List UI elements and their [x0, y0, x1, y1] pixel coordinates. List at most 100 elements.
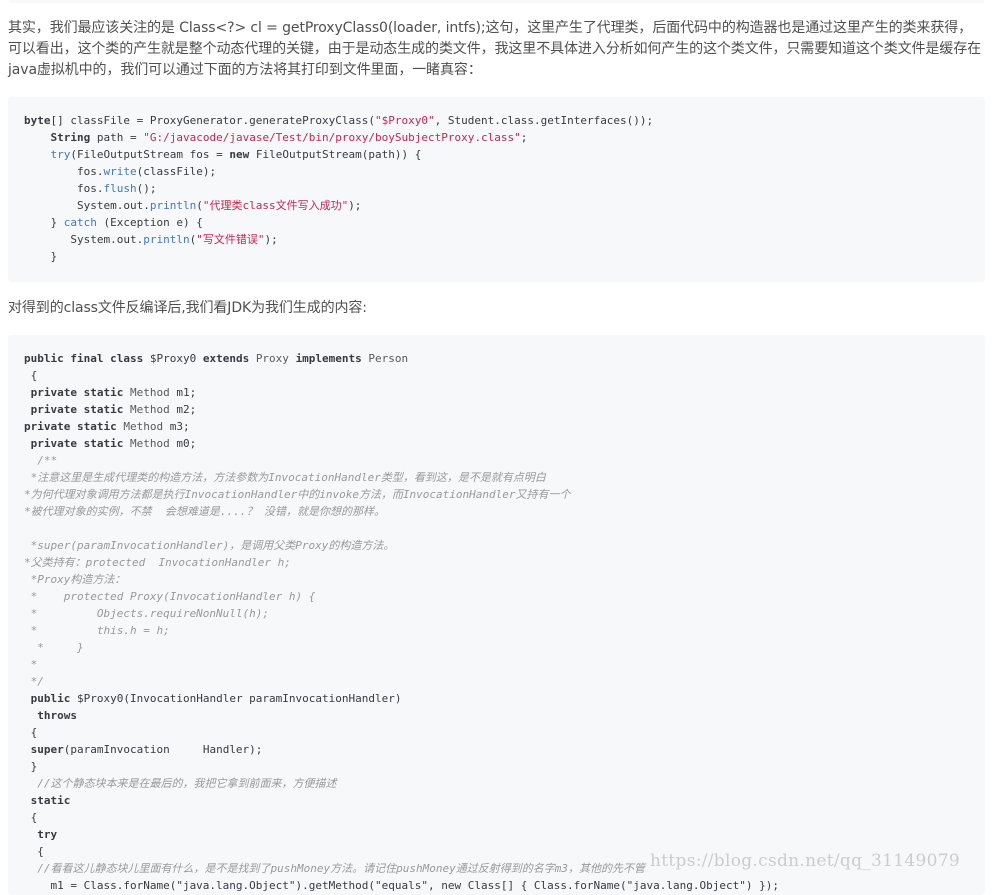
code-comment: * this.h = h; [24, 624, 170, 637]
code-line: super(paramInvocation Handler); [24, 741, 969, 758]
code-line: * } [24, 639, 969, 656]
code-line: * this.h = h; [24, 622, 969, 639]
code-token: (paramInvocation Handler); [63, 743, 263, 756]
code-token: Method [129, 403, 170, 416]
code-comment: * protected Proxy(InvocationHandler h) { [24, 590, 316, 603]
code-method: write [103, 165, 137, 178]
code-token: m3; [163, 420, 190, 433]
code-comment: *注意这里是生成代理类的构造方法，方法参数为InvocationHandler类… [24, 471, 546, 484]
code-line: System.out.println("写文件错误"); [24, 231, 969, 248]
code-line: public final class $Proxy0 extends Proxy… [24, 350, 969, 367]
code-comment: *Proxy构造方法： [24, 573, 126, 586]
code-token: Method [129, 386, 170, 399]
code-method: try [50, 148, 71, 161]
code-line: */ [24, 673, 969, 690]
code-token: $Proxy0(InvocationHandler paramInvocatio… [70, 692, 402, 705]
code-token: Method [129, 437, 170, 450]
code-comment: *父类持有：protected InvocationHandler h; [24, 556, 291, 569]
intro-paragraph: 其实，我们最应该关注的是 Class<?> cl = getProxyClass… [8, 20, 981, 78]
code-comment: * [24, 658, 38, 671]
code-keyword: new [229, 148, 250, 161]
code-line: * protected Proxy(InvocationHandler h) { [24, 588, 969, 605]
code-line: } catch (Exception e) { [24, 214, 969, 231]
code-line: fos.write(classFile); [24, 163, 969, 180]
code-line: //这个静态块本来是在最后的，我把它拿到前面来，方便描述 [24, 775, 969, 792]
code-line: byte[] classFile = ProxyGenerator.genera… [24, 112, 969, 129]
code-token: System.out. [24, 233, 144, 246]
code-method: println [143, 233, 190, 246]
code-token: System.out. [24, 199, 150, 212]
code-comment: *super(paramInvocationHandler)，是调用父类Prox… [24, 539, 395, 552]
code-comment: *为何代理对象调用方法都是执行InvocationHandler中的invoke… [24, 488, 571, 501]
code-token: Proxy [255, 352, 289, 365]
code-line: *为何代理对象调用方法都是执行InvocationHandler中的invoke… [24, 486, 969, 503]
code-line: * [24, 656, 969, 673]
code-line: { [24, 809, 969, 826]
code-line: * Objects.requireNonNull(h); [24, 605, 969, 622]
watermark: https://blog.csdn.net/qq_31149079 [650, 851, 960, 871]
code-comment: */ [24, 675, 44, 688]
code-string: "代理类class文件写入成功" [202, 199, 349, 212]
code-line: *父类持有：protected InvocationHandler h; [24, 554, 969, 571]
code-keyword: private static [24, 420, 117, 433]
code-line: System.out.println("代理类class文件写入成功"); [24, 197, 969, 214]
code-line: throws [24, 707, 969, 724]
code-line: private static Method m0; [24, 435, 969, 452]
code-token: FileOutputStream(path)) { [249, 148, 422, 161]
code-token: ); [264, 233, 278, 246]
code-token: { [24, 369, 38, 382]
code-token: (Exception e) { [96, 216, 203, 229]
code-token: ); [348, 199, 362, 212]
code-keyword: private static [30, 403, 124, 416]
code-token: m2; [169, 403, 197, 416]
code-keyword: byte [24, 114, 51, 127]
code-comment: * Objects.requireNonNull(h); [24, 607, 270, 620]
code-keyword: try [37, 828, 58, 841]
code-comment: //这个静态块本来是在最后的，我把它拿到前面来，方便描述 [24, 777, 337, 790]
code-comment: *被代理对象的实例，不禁 会想难道是....？ 没错，就是你想的那样。 [24, 505, 385, 518]
code-line: static [24, 792, 969, 809]
code-line: private static Method m2; [24, 401, 969, 418]
code-line: m1 = Class.forName("java.lang.Object").g… [24, 877, 969, 894]
code-method: catch [63, 216, 97, 229]
code-keyword: public [30, 692, 71, 705]
code-comment: //看看这儿静态块儿里面有什么，是不是找到了pushMoney方法。请记住pus… [24, 862, 645, 875]
code-line: *被代理对象的实例，不禁 会想难道是....？ 没错，就是你想的那样。 [24, 503, 969, 520]
code-token: } [24, 250, 58, 263]
code-method: println [149, 199, 197, 212]
code-token: Method [123, 420, 164, 433]
code-token: m1 = Class.forName("java.lang.Object").g… [24, 879, 779, 892]
code-line: } [24, 758, 969, 775]
code-line: } [24, 248, 969, 265]
code-method: flush [103, 182, 137, 195]
code-token: Person [368, 352, 409, 365]
code-token: (classFile); [136, 165, 217, 178]
code-token: } [24, 760, 38, 773]
code-token: $Proxy0 [143, 352, 203, 365]
code-line: fos.flush(); [24, 180, 969, 197]
code-keyword: String [50, 131, 91, 144]
code-block-decompiled-proxy: public final class $Proxy0 extends Proxy… [8, 335, 985, 895]
code-keyword: extends [202, 352, 250, 365]
code-keyword: public final class [24, 352, 144, 365]
code-line: /** [24, 452, 969, 469]
code-line: *Proxy构造方法： [24, 571, 969, 588]
code-token: ; [520, 131, 528, 144]
code-token: fos. [24, 182, 104, 195]
code-comment: /** [24, 454, 58, 467]
code-keyword: super [30, 743, 64, 756]
code-line: *super(paramInvocationHandler)，是调用父类Prox… [24, 537, 969, 554]
code-keyword: private static [30, 386, 124, 399]
